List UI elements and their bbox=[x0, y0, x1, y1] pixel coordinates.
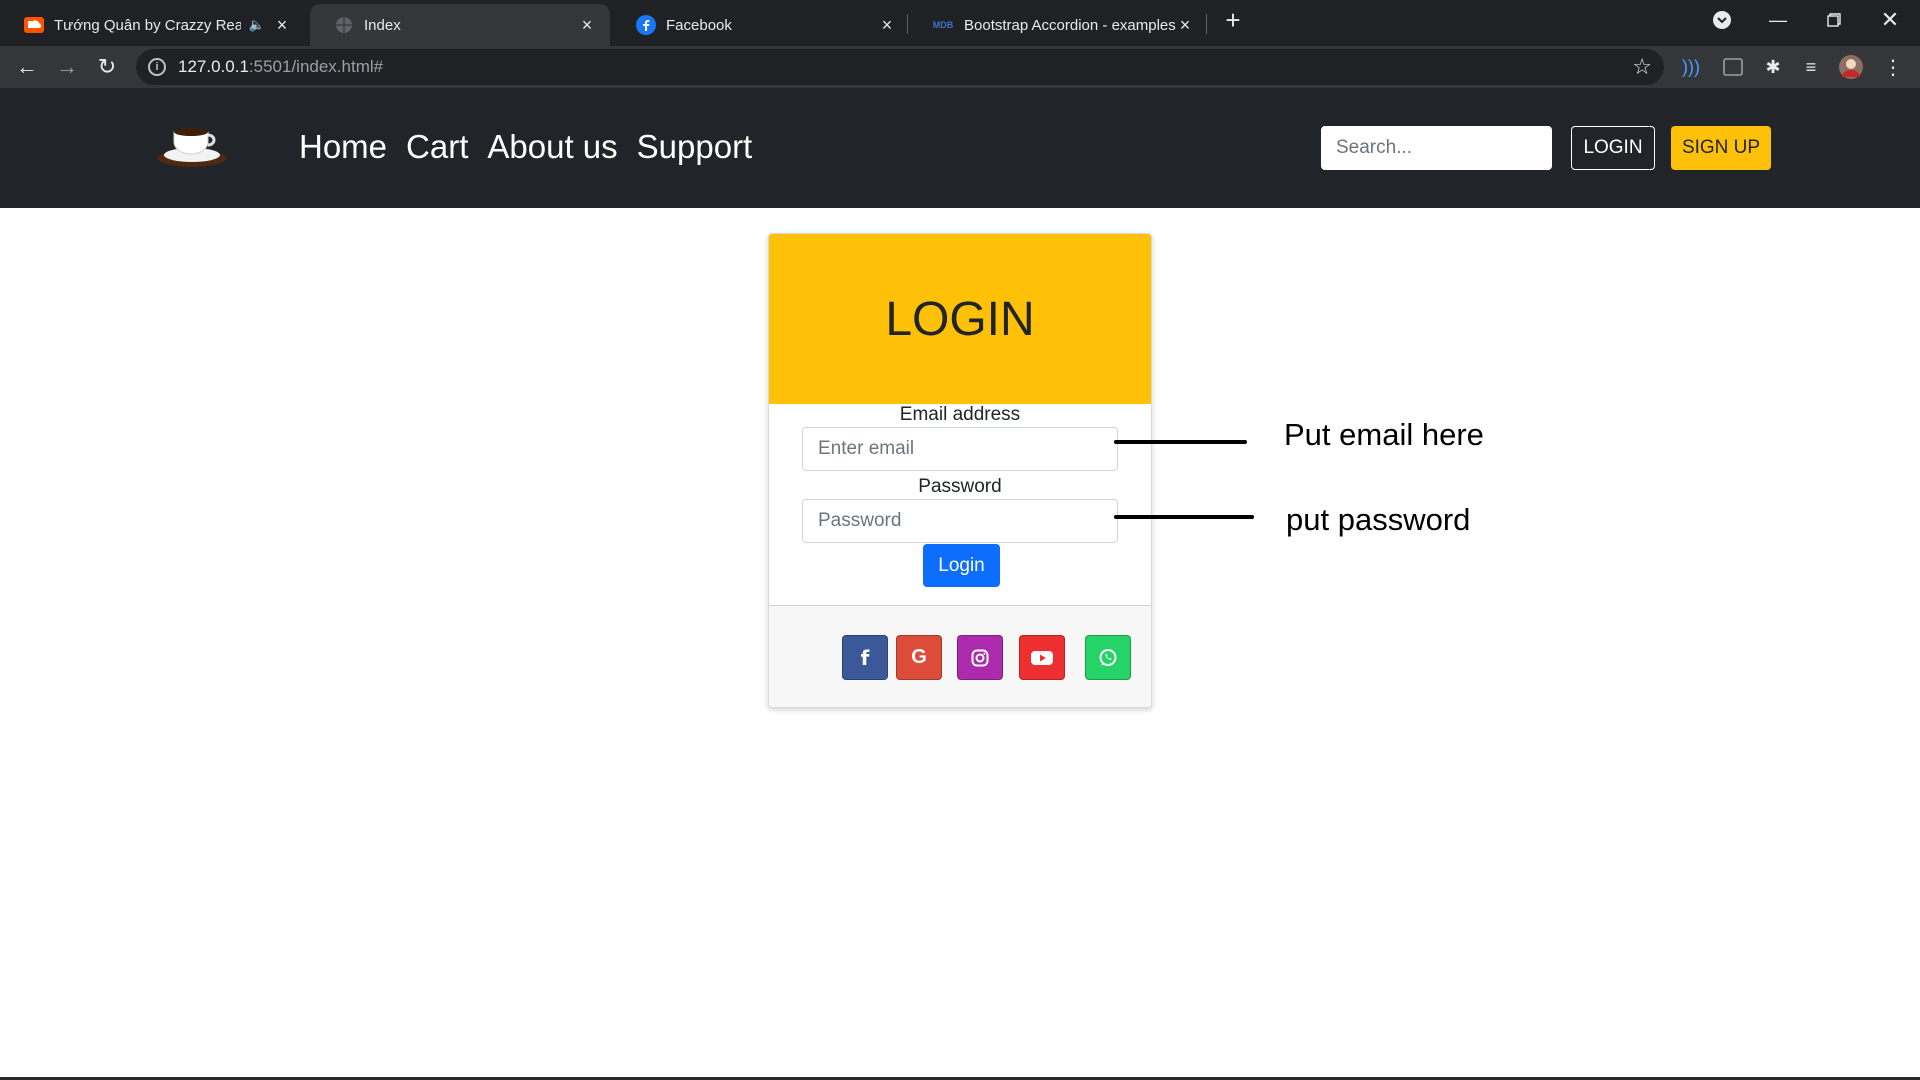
url-path: :5501/index.html# bbox=[248, 57, 384, 76]
social-login-footer: f G bbox=[769, 605, 1151, 707]
tab-bootstrap-accordion[interactable]: MDB Bootstrap Accordion - examples & × bbox=[908, 4, 1208, 46]
browser-toolbar: ← → ↻ i 127.0.0.1:5501/index.html# ☆ )))… bbox=[0, 46, 1920, 88]
plus-icon: + bbox=[1225, 4, 1241, 35]
email-annotation-line bbox=[1114, 440, 1247, 444]
login-card-header: LOGIN bbox=[769, 234, 1151, 404]
close-window-button[interactable]: ✕ bbox=[1862, 0, 1918, 40]
tab-index[interactable]: Index × bbox=[310, 4, 610, 46]
mdb-logo-text: MDB bbox=[932, 20, 954, 30]
nav-link-home[interactable]: Home bbox=[299, 128, 387, 166]
bookmark-star-icon[interactable]: ☆ bbox=[1632, 54, 1652, 80]
tab-search-button[interactable] bbox=[1694, 0, 1750, 40]
login-title: LOGIN bbox=[885, 292, 1035, 346]
tab-facebook[interactable]: Facebook × bbox=[612, 4, 910, 46]
password-annotation-text: put password bbox=[1286, 502, 1471, 537]
url-text[interactable]: 127.0.0.1:5501/index.html# bbox=[178, 57, 383, 77]
soundcloud-icon bbox=[24, 15, 44, 35]
tab-title: Bootstrap Accordion - examples & bbox=[964, 16, 1176, 34]
site-navbar: Home Cart About us Support Search... LOG… bbox=[0, 88, 1920, 208]
email-field[interactable]: Enter email bbox=[802, 427, 1118, 471]
close-tab-icon[interactable]: × bbox=[878, 16, 896, 34]
nav-signup-button[interactable]: SIGN UP bbox=[1671, 126, 1771, 170]
restore-icon bbox=[1827, 13, 1841, 27]
close-icon: ✕ bbox=[1880, 7, 1900, 32]
new-tab-button[interactable]: + bbox=[1206, 0, 1260, 40]
cast-extension-icon[interactable] bbox=[1720, 54, 1746, 80]
password-annotation-line bbox=[1114, 515, 1254, 519]
email-label: Email address bbox=[899, 404, 1021, 425]
wifi-extension-icon[interactable]: ))) bbox=[1678, 54, 1704, 80]
tab-title: Tướng Quân by Crazzy Reade bbox=[54, 16, 241, 34]
reload-icon: ↻ bbox=[97, 54, 117, 79]
minimize-icon: — bbox=[1769, 9, 1787, 30]
facebook-icon: f bbox=[860, 645, 870, 670]
google-icon: G bbox=[911, 646, 927, 668]
instagram-login-button[interactable] bbox=[957, 635, 1003, 680]
tab-soundcloud[interactable]: Tướng Quân by Crazzy Reade 🔈 × bbox=[0, 4, 305, 46]
email-annotation-text: Put email here bbox=[1284, 417, 1484, 452]
tab-title: Index bbox=[364, 16, 401, 34]
login-card: LOGIN Email address Enter email Password… bbox=[768, 233, 1152, 708]
nav-login-button[interactable]: LOGIN bbox=[1571, 126, 1655, 170]
browser-menu-icon[interactable]: ⋮ bbox=[1880, 54, 1906, 80]
info-icon[interactable]: i bbox=[148, 58, 166, 76]
address-bar[interactable]: i 127.0.0.1:5501/index.html# ☆ bbox=[136, 49, 1664, 85]
password-label: Password bbox=[918, 476, 1002, 497]
nav-link-cart[interactable]: Cart bbox=[406, 128, 468, 166]
minimize-button[interactable]: — bbox=[1750, 0, 1806, 40]
puzzle-extensions-icon[interactable]: ✱ bbox=[1760, 54, 1786, 80]
media-queue-icon[interactable]: ≡ bbox=[1798, 54, 1824, 80]
speaker-icon[interactable]: 🔈 bbox=[249, 17, 265, 33]
nav-link-about-us[interactable]: About us bbox=[487, 128, 617, 166]
mdb-icon: MDB bbox=[932, 15, 954, 35]
tab-title: Facebook bbox=[666, 16, 732, 34]
chevron-down-circle-icon bbox=[1713, 11, 1731, 29]
search-input[interactable]: Search... bbox=[1321, 126, 1552, 170]
whatsapp-login-button[interactable] bbox=[1085, 635, 1131, 680]
url-host: 127.0.0.1 bbox=[178, 57, 249, 76]
instagram-icon bbox=[971, 649, 989, 666]
login-submit-button[interactable]: Login bbox=[923, 544, 1000, 587]
password-field[interactable]: Password bbox=[802, 499, 1118, 543]
facebook-login-button[interactable]: f bbox=[842, 635, 888, 680]
close-tab-icon[interactable]: × bbox=[273, 16, 291, 34]
whatsapp-icon bbox=[1099, 648, 1117, 666]
facebook-icon bbox=[636, 15, 656, 35]
restore-button[interactable] bbox=[1806, 0, 1862, 40]
back-button[interactable]: ← bbox=[12, 52, 42, 82]
close-tab-icon[interactable]: × bbox=[578, 16, 596, 34]
forward-button[interactable]: → bbox=[52, 52, 82, 82]
youtube-login-button[interactable] bbox=[1019, 635, 1065, 680]
coffee-cup-logo-icon[interactable] bbox=[156, 118, 228, 168]
youtube-icon bbox=[1031, 650, 1053, 665]
close-tab-icon[interactable]: × bbox=[1176, 16, 1194, 34]
arrow-left-icon: ← bbox=[16, 54, 38, 79]
main-nav-links: Home Cart About us Support bbox=[299, 128, 752, 166]
arrow-right-icon: → bbox=[56, 54, 78, 79]
google-login-button[interactable]: G bbox=[896, 635, 942, 680]
avatar[interactable] bbox=[1838, 54, 1864, 80]
reload-button[interactable]: ↻ bbox=[92, 52, 122, 82]
nav-link-support[interactable]: Support bbox=[637, 128, 753, 166]
browser-tab-strip: Tướng Quân by Crazzy Reade 🔈 × Index × F… bbox=[0, 0, 1920, 46]
globe-icon bbox=[334, 15, 354, 35]
